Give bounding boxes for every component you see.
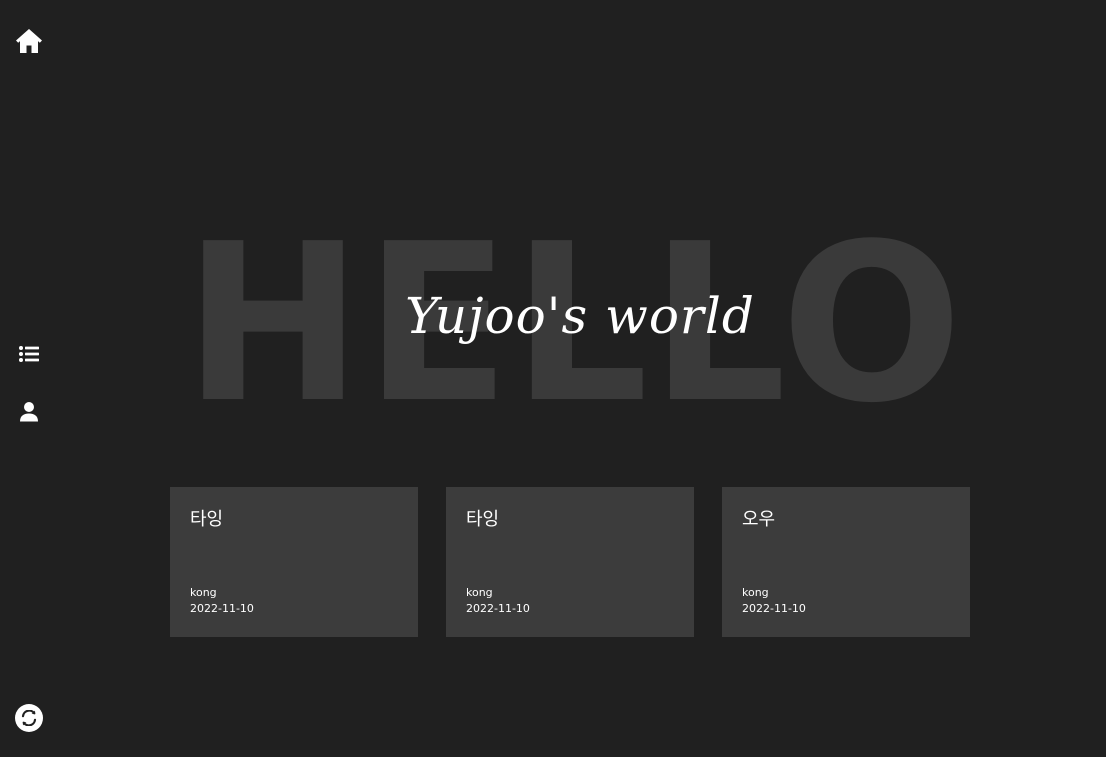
- list-icon-glyph: [19, 346, 39, 362]
- post-title: 타잉: [190, 509, 224, 530]
- post-title: 오우: [742, 509, 776, 530]
- post-date: 2022-11-10: [466, 602, 530, 615]
- post-card[interactable]: 타잉 kong 2022-11-10: [446, 487, 694, 637]
- post-author: kong: [466, 586, 493, 599]
- post-date: 2022-11-10: [742, 602, 806, 615]
- user-icon[interactable]: [14, 397, 44, 427]
- post-title: 타잉: [466, 509, 500, 530]
- user-icon-glyph: [20, 402, 38, 422]
- refresh-icon: [21, 710, 37, 726]
- post-card[interactable]: 타잉 kong 2022-11-10: [170, 487, 418, 637]
- home-icon-glyph: [16, 29, 42, 53]
- site-title: Yujoo's world: [405, 287, 755, 345]
- post-card[interactable]: 오우 kong 2022-11-10: [722, 487, 970, 637]
- post-author: kong: [742, 586, 769, 599]
- home-icon[interactable]: [14, 26, 44, 56]
- post-author: kong: [190, 586, 217, 599]
- page: HELLO Yujoo's world 타잉 kong 2022-11-10 타…: [0, 0, 1106, 757]
- list-icon[interactable]: [14, 339, 44, 369]
- post-date: 2022-11-10: [190, 602, 254, 615]
- refresh-button[interactable]: [15, 704, 43, 732]
